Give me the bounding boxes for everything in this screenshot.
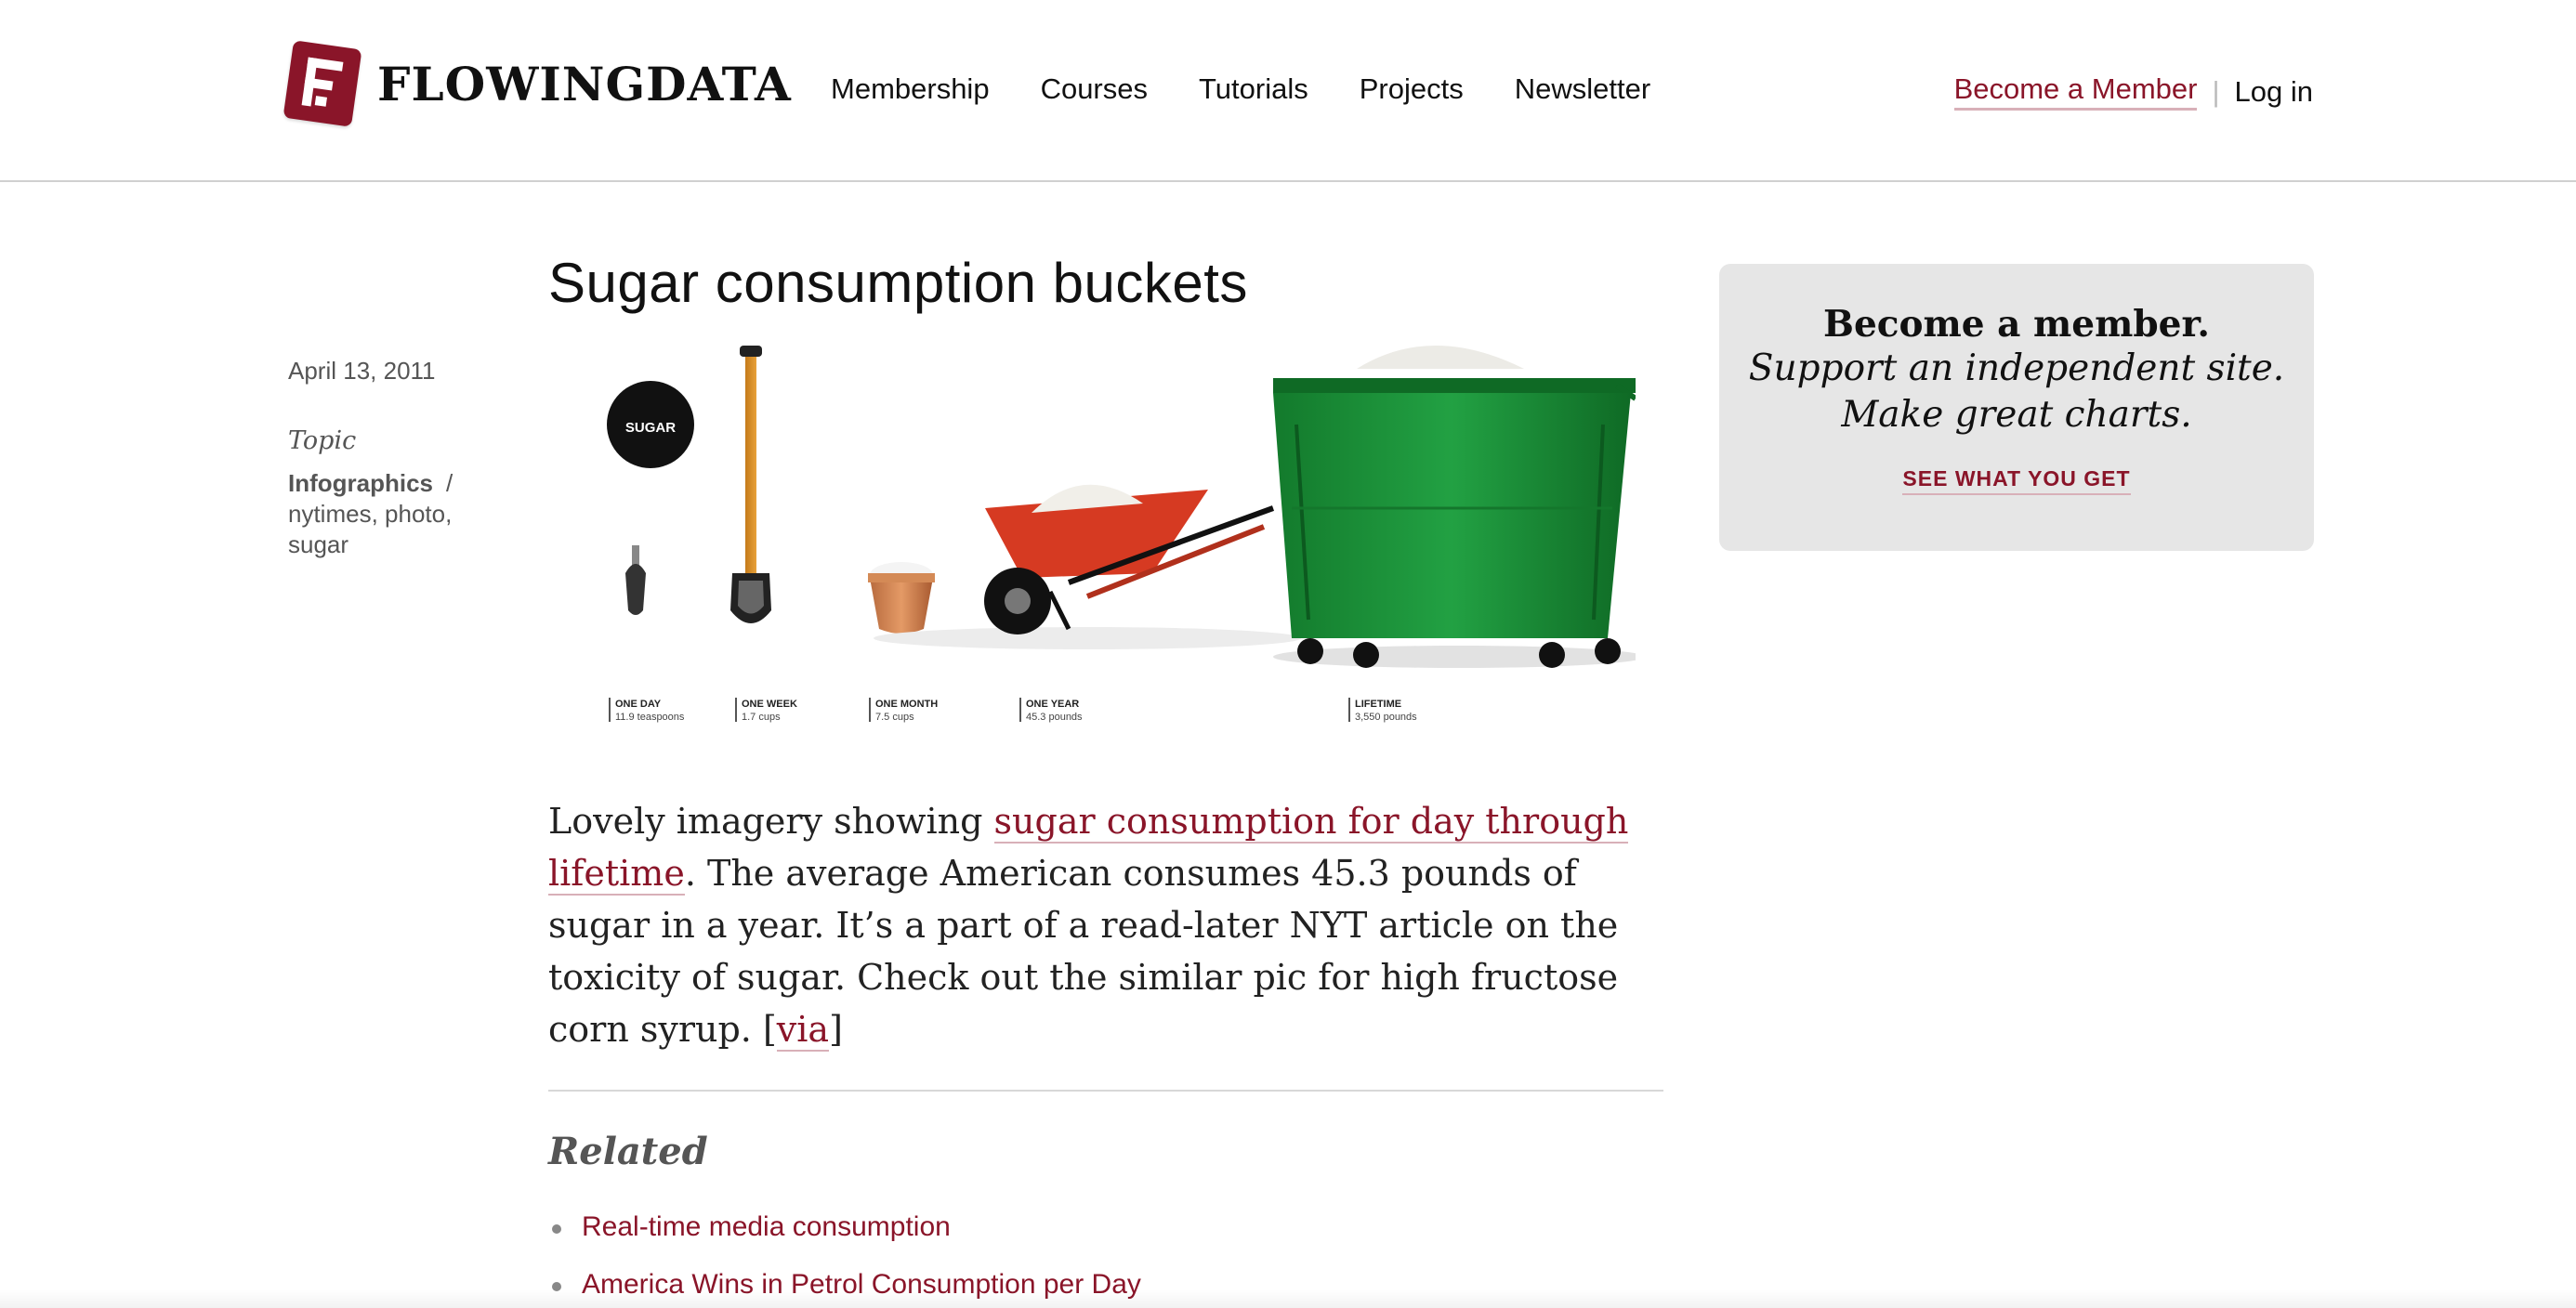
- caption-amount: 3,550 pounds: [1355, 712, 1417, 723]
- caption-period: ONE DAY: [615, 699, 662, 710]
- nav-projects[interactable]: Projects: [1360, 72, 1464, 106]
- user-nav: Become a Member | Log in: [1953, 72, 2313, 111]
- category-link[interactable]: Infographics: [288, 469, 433, 497]
- tag-separator: ,: [445, 500, 453, 528]
- tag-separator: ,: [371, 500, 386, 528]
- dumpster-icon: [1273, 346, 1645, 668]
- caption-amount: 1.7 cups: [742, 712, 781, 723]
- promo-headline: Become a member.: [1822, 303, 2210, 346]
- sugar-bowl-icon: SUGAR: [607, 381, 694, 468]
- nav-separator: |: [2212, 74, 2220, 108]
- caption-period: ONE MONTH: [875, 699, 938, 710]
- wheelbarrow-icon: [874, 484, 1301, 649]
- caption-period: ONE YEAR: [1026, 699, 1079, 710]
- post-meta: April 13, 2011 Topic Infographics / nytim…: [288, 357, 493, 560]
- related-heading: Related: [548, 1130, 708, 1173]
- caption-amount: 45.3 pounds: [1026, 712, 1083, 723]
- section-divider: [548, 1090, 1663, 1092]
- sugar-label: SUGAR: [625, 420, 676, 436]
- flower-pot-icon: [868, 562, 935, 634]
- nav-newsletter[interactable]: Newsletter: [1515, 72, 1650, 106]
- body-text: . The average American consumes 45.3 pou…: [548, 853, 1619, 1050]
- promo-tagline: Make great charts.: [1841, 394, 2192, 436]
- topic-label: Topic: [288, 426, 357, 455]
- caption-amount: 11.9 teaspoons: [615, 712, 685, 723]
- promo-tagline: Support an independent site.: [1748, 347, 2285, 389]
- body-text: ]: [829, 1009, 843, 1050]
- become-member-link[interactable]: Become a Member: [1953, 72, 2198, 111]
- nav-membership[interactable]: Membership: [831, 72, 990, 106]
- caption-period: LIFETIME: [1355, 699, 1401, 710]
- post-date: April 13, 2011: [288, 357, 436, 385]
- related-link[interactable]: Real-time media consumption: [582, 1211, 951, 1242]
- body-text: Lovely imagery showing: [548, 801, 994, 842]
- image-captions: ONE DAY 11.9 teaspoons ONE WEEK 1.7 cups…: [609, 698, 1417, 723]
- login-link[interactable]: Log in: [2235, 75, 2313, 109]
- see-what-you-get-link[interactable]: SEE WHAT YOU GET: [1902, 466, 2131, 495]
- caption-amount: 7.5 cups: [875, 712, 914, 723]
- flowingdata-logo-icon: [283, 40, 362, 127]
- tag-link[interactable]: photo: [385, 500, 445, 528]
- nav-tutorials[interactable]: Tutorials: [1199, 72, 1308, 106]
- bottom-shadow: [0, 1289, 2576, 1308]
- article-body: Lovely imagery showing sugar consumption…: [548, 795, 1663, 1055]
- membership-promo-box: Become a member. Support an independent …: [1719, 264, 2314, 551]
- caption-period: ONE WEEK: [742, 699, 797, 710]
- sugar-buckets-illustration: SUGAR ONE DAY 11.9 teaspoons ONE WEEK 1.…: [607, 346, 1645, 723]
- tag-link[interactable]: nytimes: [288, 500, 372, 528]
- shovel-icon: [730, 346, 771, 623]
- site-header: FLOWINGDATA Membership Courses Tutorials…: [0, 0, 2576, 182]
- topic-list: Infographics / nytimes, photo, sugar: [288, 468, 493, 560]
- category-separator: /: [446, 469, 453, 497]
- main-nav: Membership Courses Tutorials Projects Ne…: [831, 72, 1650, 106]
- via-link[interactable]: via: [776, 1009, 830, 1052]
- logo-text: FLOWINGDATA: [377, 56, 792, 111]
- article: Sugar consumption buckets SUGAR ONE DAY …: [548, 251, 1663, 740]
- list-item: Real-time media consumption: [548, 1211, 1141, 1243]
- tag-link[interactable]: sugar: [288, 530, 348, 558]
- site-logo[interactable]: FLOWINGDATA: [283, 40, 792, 127]
- sugar-buckets-image: SUGAR ONE DAY 11.9 teaspoons ONE WEEK 1.…: [548, 341, 1645, 740]
- page-title: Sugar consumption buckets: [548, 252, 1248, 314]
- nav-courses[interactable]: Courses: [1041, 72, 1148, 106]
- trowel-icon: [625, 545, 646, 615]
